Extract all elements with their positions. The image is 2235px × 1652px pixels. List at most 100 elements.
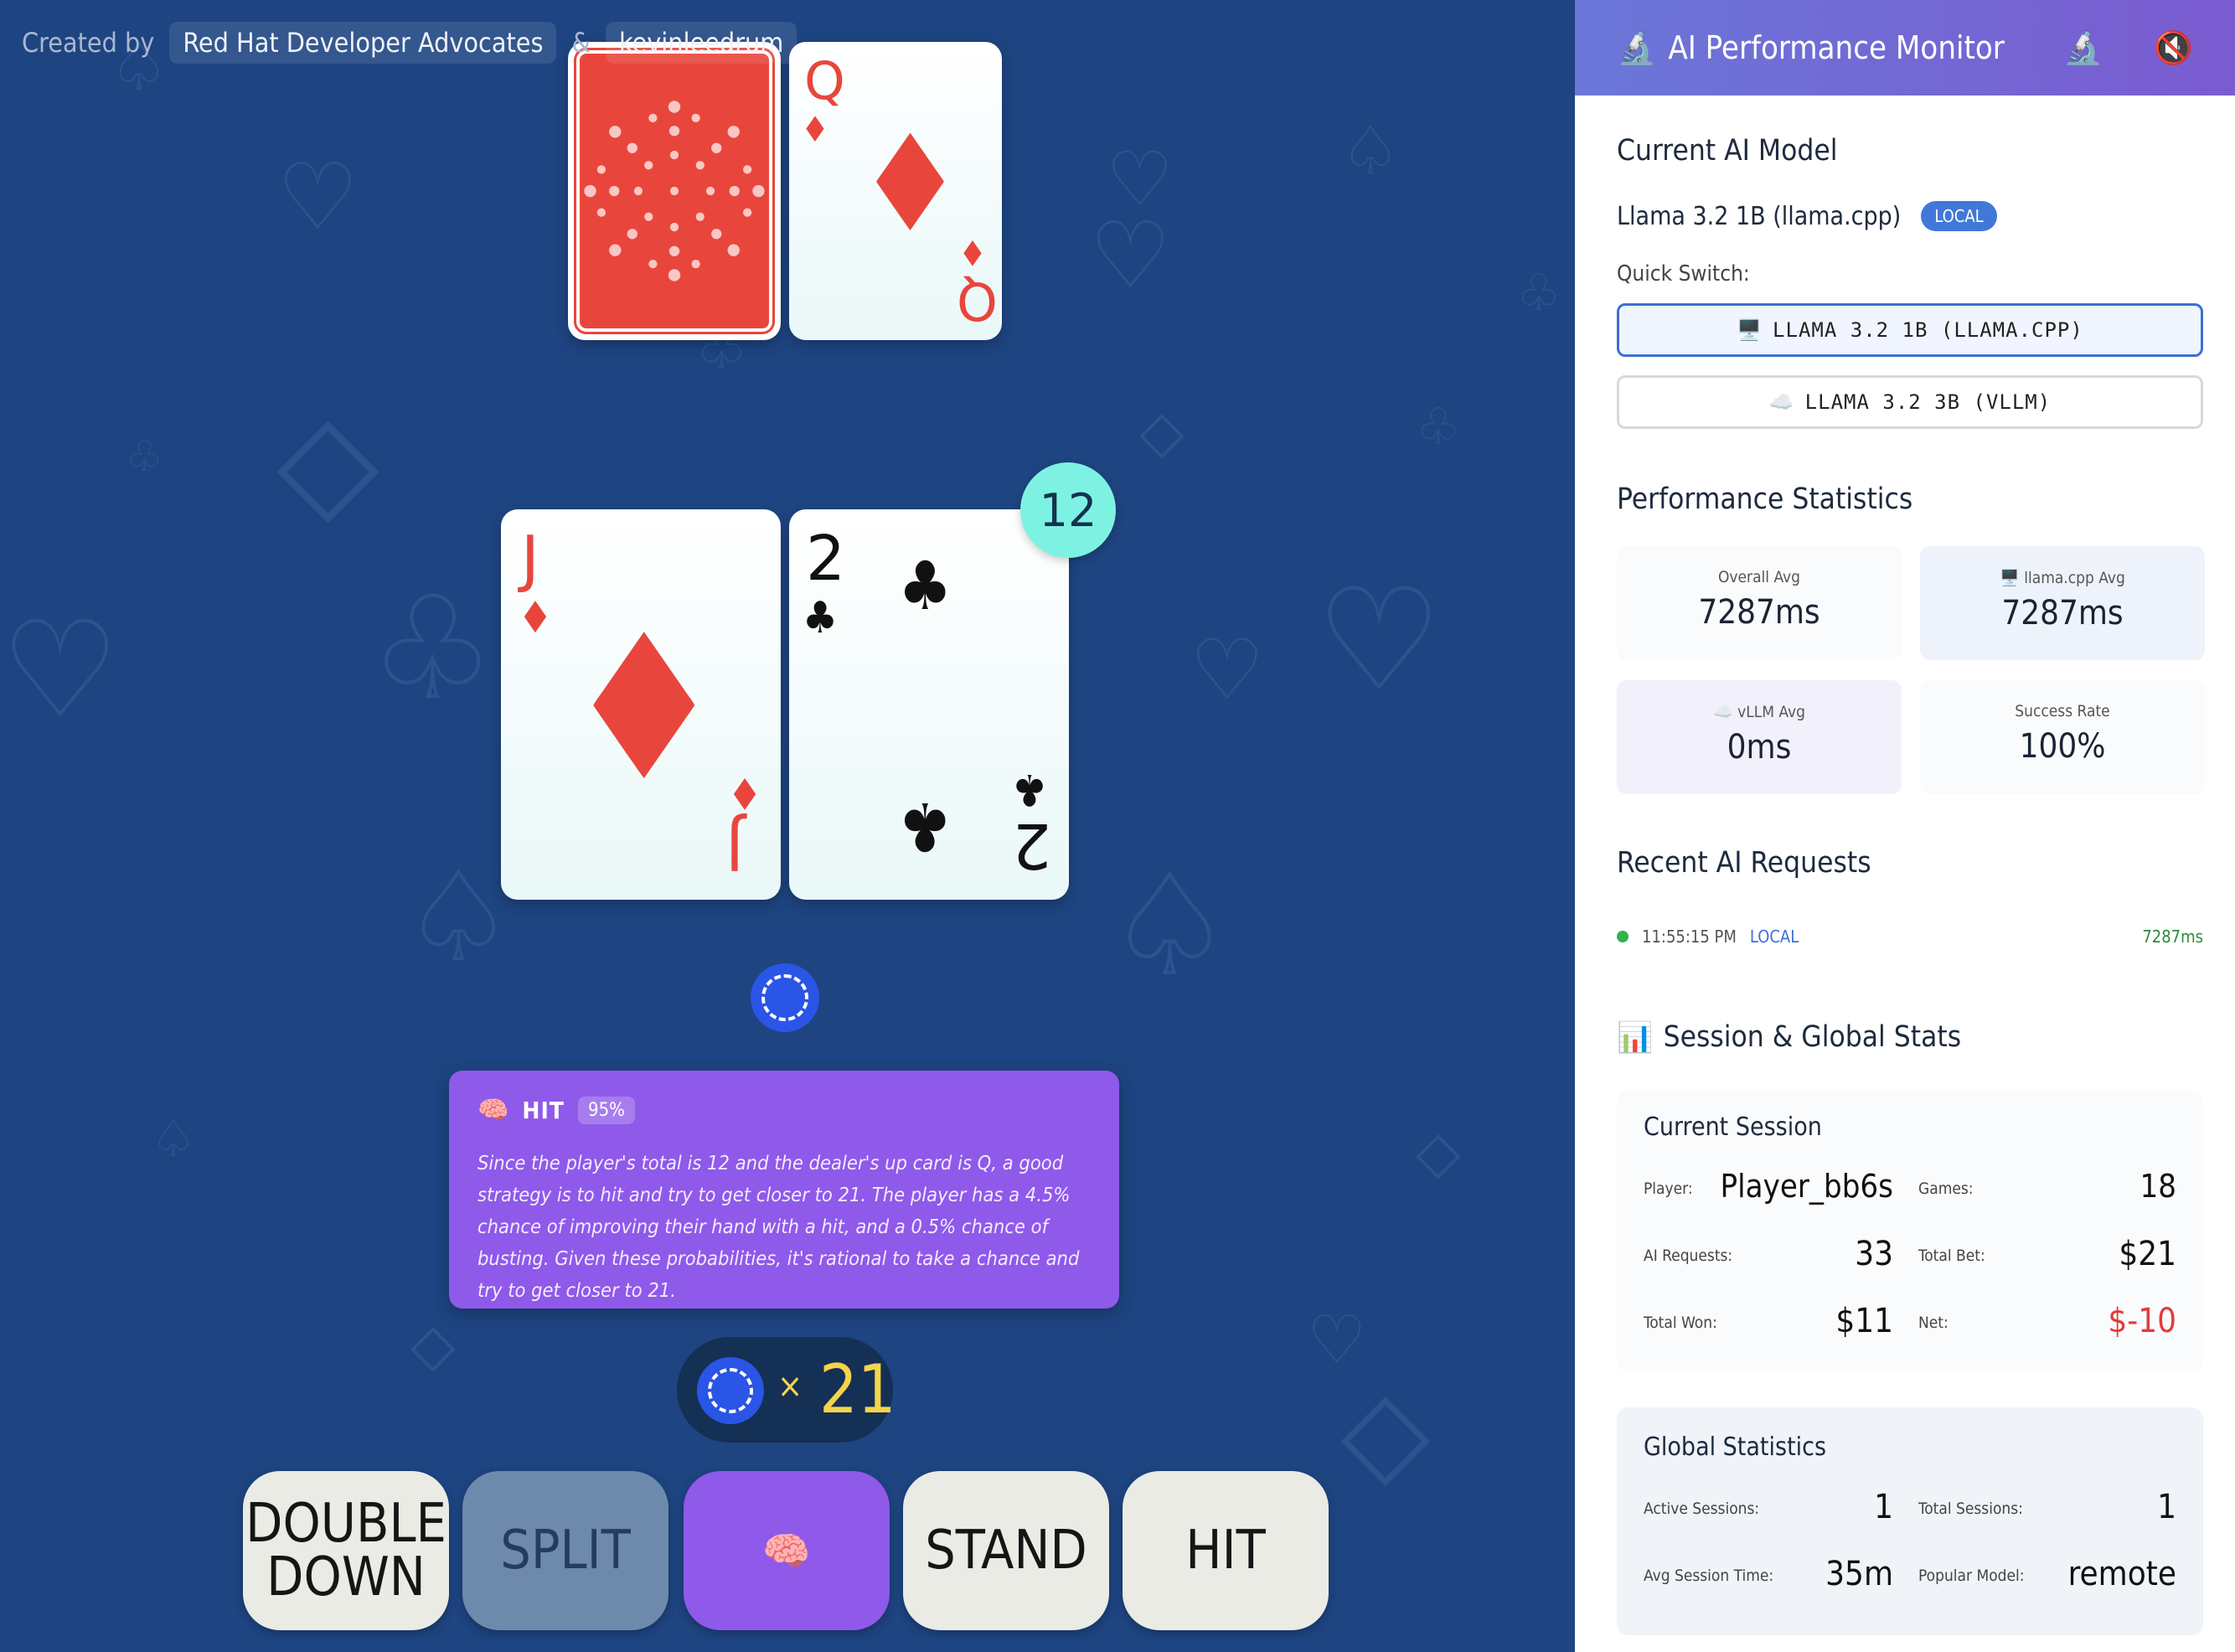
bg-club-icon: ♧	[1416, 398, 1461, 457]
bg-club-icon: ♧	[1516, 264, 1561, 323]
current-session-card: Current Session Player: Player_bb6s Game…	[1617, 1091, 2203, 1372]
cloud-icon: ☁️	[1768, 390, 1795, 414]
diamond-suit-icon: ♦	[518, 593, 553, 643]
stat-value: 0ms	[1727, 728, 1792, 767]
club-suit-icon: ♣	[898, 547, 952, 625]
bg-spade-icon: ♤	[1106, 843, 1234, 1009]
stat-value: 7287ms	[1698, 593, 1820, 632]
games-value: 18	[2140, 1168, 2177, 1205]
stat-label: 🖥️ llama.cpp Avg	[2000, 569, 2125, 587]
diamond-suit-icon: ♦	[727, 767, 762, 818]
stat-label: ☁️ vLLM Avg	[1713, 703, 1805, 721]
player-value: Player_bb6s	[1720, 1168, 1893, 1205]
total-bet-label: Total Bet:	[1918, 1247, 1985, 1265]
status-dot-icon	[1617, 931, 1629, 942]
panel-header: 🔬 AI Performance Monitor 🔬 🔇	[1575, 0, 2235, 96]
current-model-name: Llama 3.2 1B (llama.cpp)	[1617, 201, 1902, 231]
credits-prefix: Created by	[22, 27, 155, 59]
stat-llamacpp-avg: 🖥️ llama.cpp Avg 7287ms	[1920, 546, 2205, 660]
performance-stats-title: Performance Statistics	[1617, 483, 1913, 516]
stat-overall-avg: Overall Avg 7287ms	[1617, 546, 1902, 660]
bg-diamond-icon: ◇	[276, 382, 380, 539]
active-sessions-label: Active Sessions:	[1644, 1500, 1760, 1518]
game-table: ♡ ◇ ♡ ♧ ♤ ◇ ♤ ♡ ♤ ♡ ♧ ◇ ♧ ♡ ♡ ♤ ◇ ♡ ◇ ♤ …	[0, 0, 1575, 1652]
avg-session-time-label: Avg Session Time:	[1644, 1567, 1774, 1585]
ai-requests-label: AI Requests:	[1644, 1247, 1733, 1265]
stat-label: Success Rate	[2015, 702, 2110, 720]
total-won-value: $11	[1835, 1302, 1893, 1340]
club-suit-icon: ♣	[1012, 764, 1047, 814]
model-switch-label: LLAMA 3.2 1B (LLAMA.CPP)	[1773, 318, 2083, 342]
net-value: $-10	[2108, 1302, 2176, 1340]
card-rank: 2	[1012, 809, 1052, 881]
bet-chip-icon[interactable]	[751, 963, 819, 1032]
avg-session-time-value: 35m	[1825, 1555, 1893, 1593]
current-model: Llama 3.2 1B (llama.cpp) LOCAL	[1617, 201, 1997, 231]
request-row: 11:55:15 PM LOCAL 7287ms	[1617, 927, 2203, 947]
current-model-title: Current AI Model	[1617, 134, 1838, 168]
bg-heart-icon: ♡	[1315, 558, 1443, 724]
double-down-label-line2: DOWN	[266, 1546, 426, 1608]
double-down-button[interactable]: DOUBLE DOWN	[243, 1471, 449, 1630]
player-card: J ♦ ♦ J ♦	[501, 509, 781, 900]
card-rank: Q	[804, 50, 845, 111]
bg-diamond-icon: ◇	[1139, 397, 1185, 466]
microscope-icon[interactable]: 🔬	[2063, 29, 2103, 67]
card-rank: J	[725, 811, 744, 883]
model-switch-vllm-button[interactable]: ☁️ LLAMA 3.2 3B (VLLM)	[1617, 375, 2203, 429]
double-down-label-line1: DOUBLE	[245, 1493, 446, 1555]
games-label: Games:	[1918, 1180, 1974, 1198]
net-label: Net:	[1918, 1314, 1949, 1332]
credits-separator: &	[571, 27, 591, 59]
club-suit-icon: ♣	[898, 787, 952, 865]
credits-author-link[interactable]: kevinleedrum	[605, 22, 797, 64]
card-rank: 2	[806, 523, 846, 595]
stat-value: 100%	[2019, 727, 2106, 766]
ai-recommended-action: HIT	[522, 1097, 565, 1124]
ai-advice-text: Since the player's total is 12 and the d…	[477, 1151, 1080, 1302]
total-bet-value: $21	[2119, 1235, 2176, 1273]
ai-requests-value: 33	[1855, 1235, 1893, 1273]
bg-spade-icon: ♤	[1340, 111, 1401, 189]
session-stats-title: 📊 Session & Global Stats	[1617, 1020, 1961, 1055]
popular-model-label: Popular Model:	[1918, 1567, 2025, 1585]
bg-spade-icon: ♤	[151, 1110, 196, 1169]
bg-heart-icon: ♡	[1190, 621, 1265, 719]
model-switch-llamacpp-button[interactable]: 🖥️ LLAMA 3.2 1B (LLAMA.CPP)	[1617, 303, 2203, 357]
diamond-suit-icon: ♦	[801, 109, 829, 150]
hit-button[interactable]: HIT	[1123, 1471, 1329, 1630]
ai-advice-panel: 🧠 HIT 95% Since the player's total is 12…	[449, 1071, 1119, 1309]
bg-diamond-icon: ◇	[410, 1310, 456, 1379]
model-switch-label: LLAMA 3.2 3B (VLLM)	[1804, 390, 2052, 414]
multiply-sign: ×	[777, 1367, 803, 1406]
active-sessions-value: 1	[1874, 1488, 1893, 1526]
bg-heart-icon: ♡	[276, 143, 359, 250]
dealer-card-facedown	[568, 42, 781, 340]
stat-value: 7287ms	[2001, 594, 2124, 632]
ai-advice-header: 🧠 HIT 95%	[477, 1096, 1091, 1125]
mute-icon[interactable]: 🔇	[2154, 29, 2193, 67]
stand-button[interactable]: STAND	[903, 1471, 1109, 1630]
credits-bar: Created by Red Hat Developer Advocates &…	[22, 22, 797, 64]
quick-switch-label: Quick Switch:	[1617, 261, 1750, 287]
global-stats-title: Global Statistics	[1644, 1433, 1827, 1462]
card-back-pattern-icon	[584, 101, 765, 281]
chip-icon	[697, 1357, 764, 1424]
total-sessions-label: Total Sessions:	[1918, 1500, 2023, 1518]
bg-club-icon: ♧	[369, 566, 497, 732]
bg-club-icon: ♧	[126, 432, 163, 481]
brain-icon: 🧠	[477, 1096, 509, 1125]
split-button[interactable]: SPLIT	[462, 1471, 668, 1630]
bg-heart-icon: ♡	[1089, 202, 1172, 309]
bg-heart-icon: ♡	[0, 591, 121, 748]
stat-success-rate: Success Rate 100%	[1920, 680, 2205, 794]
bg-spade-icon: ♤	[402, 844, 515, 990]
chip-stack-counter: × 21	[677, 1337, 896, 1443]
player-card: 2 ♣ ♣ ♣ 2 ♣	[789, 509, 1069, 900]
card-rank: J	[521, 523, 539, 595]
ai-advice-button[interactable]: 🧠	[684, 1471, 890, 1630]
popular-model-value: remote	[2067, 1555, 2176, 1593]
credits-author-link[interactable]: Red Hat Developer Advocates	[169, 22, 557, 64]
diamond-suit-icon: ♦	[563, 591, 725, 826]
panel-title: 🔬 AI Performance Monitor	[1617, 29, 2013, 67]
